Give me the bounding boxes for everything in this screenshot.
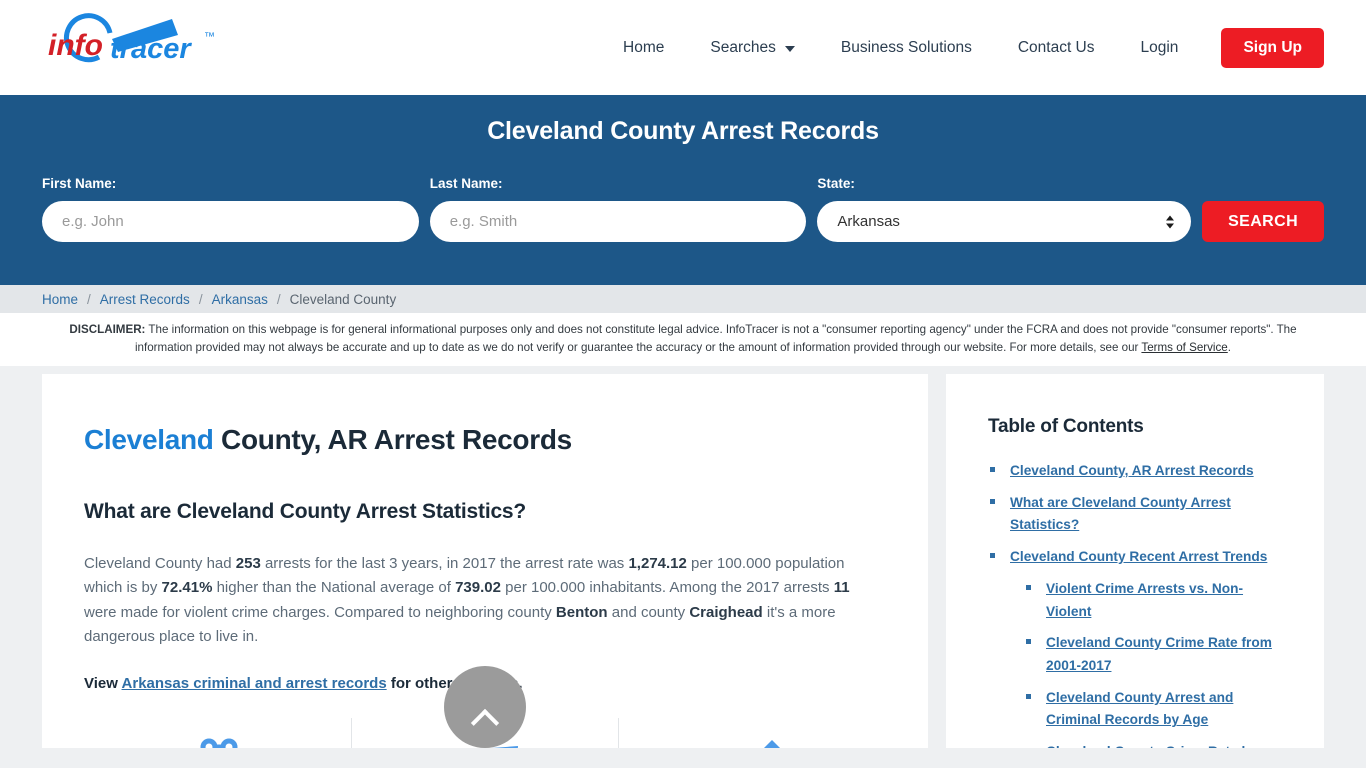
feature-cell-records [619,718,886,748]
main-nav: Home Searches Business Solutions Contact… [600,27,1324,68]
para-text: and county [607,603,690,621]
toc-item[interactable]: Cleveland County Crime Rate from 2001-20… [988,632,1286,677]
nav-label: Contact Us [1017,38,1095,56]
search-form: First Name: Last Name: State: Arkansas S… [42,176,1325,242]
breadcrumb-item-arrest-records[interactable]: Arrest Records [100,292,190,307]
view-prefix: View [84,675,122,693]
page-title-rest: County, AR Arrest Records [213,423,572,455]
infotracer-logo[interactable]: info tracer ™ [44,12,234,83]
stat-national-average: 739.02 [455,579,501,597]
toc-link-crime-rate-by-age-groups[interactable]: Cleveland County Crime Rate by Age Group… [1046,744,1257,748]
nav-label: Business Solutions [840,38,972,56]
breadcrumb-item-arkansas[interactable]: Arkansas [212,292,268,307]
breadcrumb-separator: / [276,291,281,307]
site-header: info tracer ™ Home Searches Business Sol… [0,0,1366,95]
table-of-contents-card: Table of Contents Cleveland County, AR A… [946,373,1324,748]
nav-label: Home [623,38,665,56]
statistics-paragraph: Cleveland County had 253 arrests for the… [84,552,884,649]
nav-item-contact-us[interactable]: Contact Us [995,29,1118,67]
nav-item-business-solutions[interactable]: Business Solutions [818,29,995,67]
stat-arrests-count: 253 [235,554,261,572]
toc-link-arrest-records[interactable]: Cleveland County, AR Arrest Records [1010,463,1254,478]
handcuffs-icon [200,738,238,748]
toc-title: Table of Contents [988,415,1144,437]
toc-link-recent-trends[interactable]: Cleveland County Recent Arrest Trends [1010,549,1267,564]
breadcrumb: Home / Arrest Records / Arkansas / Cleve… [0,285,1366,313]
scroll-to-top-button[interactable] [444,665,526,748]
toc-link-records-by-age[interactable]: Cleveland County Arrest and Criminal Rec… [1046,690,1233,728]
chevron-up-icon [470,708,500,738]
nav-item-login[interactable]: Login [1118,29,1202,67]
disclaimer-banner: DISCLAIMER: The information on this webp… [0,313,1366,366]
para-text: higher than the National average of [212,579,456,597]
disclaimer-tail: . [1227,340,1231,354]
toc-list: Cleveland County, AR Arrest Records What… [988,460,1286,748]
toc-item[interactable]: Cleveland County, AR Arrest Records [988,460,1286,483]
terms-of-service-link[interactable]: Terms of Service [1141,341,1227,354]
neighbor-county-b: Craighead [689,603,763,621]
toc-item[interactable]: Cleveland County Arrest and Criminal Rec… [988,687,1286,732]
chevron-down-icon [784,45,795,52]
stat-pct-higher: 72.41% [161,579,213,597]
main-content-card: Cleveland County, AR Arrest Records What… [42,373,928,748]
search-button[interactable]: SEARCH [1202,201,1325,242]
state-label: State: [817,176,855,191]
page-title: Cleveland County, AR Arrest Records [84,424,886,456]
state-select[interactable]: Arkansas [817,201,1192,242]
svg-text:™: ™ [204,31,215,43]
page-body: Cleveland County, AR Arrest Records What… [0,365,1366,748]
nav-item-home[interactable]: Home [600,29,687,67]
toc-link-arrest-statistics[interactable]: What are Cleveland County Arrest Statist… [1010,495,1231,533]
section-heading-statistics: What are Cleveland County Arrest Statist… [84,499,527,523]
toc-item[interactable]: Cleveland County Crime Rate by Age Group… [988,741,1286,748]
breadcrumb-item-home[interactable]: Home [42,292,78,307]
breadcrumb-item-current: Cleveland County [289,291,397,307]
disclaimer-label: DISCLAIMER: [69,323,146,336]
stat-arrest-rate: 1,274.12 [628,554,687,572]
svg-text:tracer: tracer [110,33,192,65]
para-text: Cleveland County had [84,554,236,572]
arkansas-records-link[interactable]: Arkansas criminal and arrest records [122,675,387,692]
para-text: per 100.000 inhabitants. Among the 2017 … [500,579,834,597]
stat-violent-count: 11 [833,579,850,597]
page-title-highlight: Cleveland [84,423,214,455]
toc-item[interactable]: Cleveland County Recent Arrest Trends [988,546,1286,569]
svg-text:info: info [48,29,103,62]
breadcrumb-separator: / [198,291,203,307]
page-banner-title: Cleveland County Arrest Records [487,117,879,145]
first-name-group: First Name: [42,176,419,242]
toc-item[interactable]: Violent Crime Arrests vs. Non-Violent [988,578,1286,623]
para-text: arrests for the last 3 years, in 2017 th… [260,554,629,572]
para-text: were made for violent crime charges. Com… [84,603,556,621]
neighbor-county-a: Benton [555,603,608,621]
last-name-label: Last Name: [429,176,503,191]
first-name-input[interactable] [42,201,419,242]
breadcrumb-separator: / [87,291,91,307]
state-group: State: Arkansas [817,176,1192,242]
feature-cell-arrests [84,718,352,748]
toc-item[interactable]: What are Cleveland County Arrest Statist… [988,492,1286,537]
nav-item-searches[interactable]: Searches [687,29,817,67]
toc-link-crime-rate-2001-2017[interactable]: Cleveland County Crime Rate from 2001-20… [1046,635,1272,673]
last-name-input[interactable] [429,201,807,242]
nav-label: Searches [710,38,776,56]
sign-up-button[interactable]: Sign Up [1221,27,1324,68]
nav-label: Login [1140,38,1179,56]
first-name-label: First Name: [42,176,117,191]
disclaimer-text: The information on this webpage is for g… [134,323,1297,354]
search-banner: Cleveland County Arrest Records First Na… [0,95,1366,285]
pen-icon [763,740,780,748]
toc-link-violent-vs-nonviolent[interactable]: Violent Crime Arrests vs. Non-Violent [1046,581,1243,619]
last-name-group: Last Name: [429,176,807,242]
logo-icon: info tracer ™ [48,12,215,65]
